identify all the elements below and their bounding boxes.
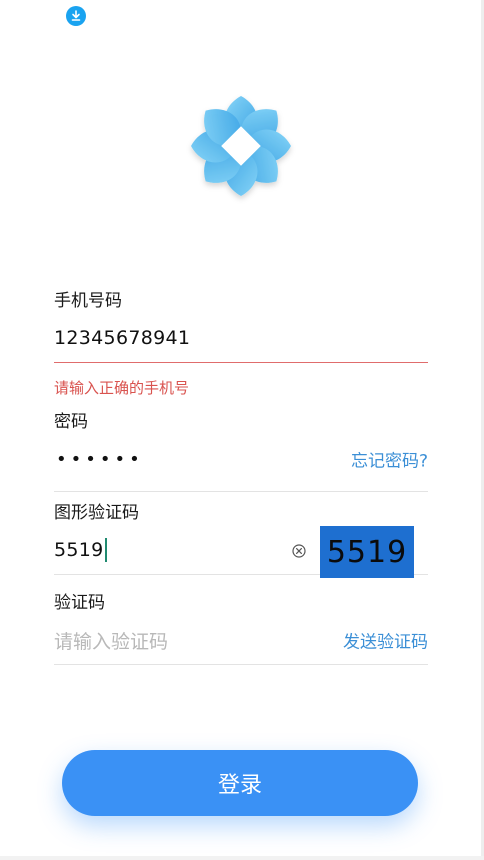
password-field: 密码 •••••• 忘记密码? [54,411,428,492]
captcha-image-text: 5519 [326,534,408,570]
sms-code-input[interactable]: 请输入验证码 发送验证码 [54,620,428,660]
password-underline [54,491,428,492]
password-value: •••••• [56,448,144,470]
captcha-field: 图形验证码 5519 5519 [54,502,428,578]
phone-error-message: 请输入正确的手机号 [54,379,190,397]
clear-circle-icon[interactable] [292,543,306,558]
phone-field: 手机号码 12345678941 [54,290,428,363]
bottom-edge [0,856,484,860]
phone-underline [54,362,428,363]
flower-logo-icon [180,88,302,204]
sms-code-placeholder: 请输入验证码 [54,630,169,653]
login-screen: 手机号码 12345678941 请输入正确的手机号 密码 •••••• 忘记密… [0,0,484,860]
send-code-link[interactable]: 发送验证码 [343,628,428,653]
text-cursor [104,538,107,562]
phone-input[interactable]: 12345678941 [54,318,428,358]
sms-code-underline [54,664,428,665]
forgot-password-link[interactable]: 忘记密码? [351,447,428,472]
phone-value: 12345678941 [54,327,191,349]
sms-code-field: 验证码 请输入验证码 发送验证码 [54,592,428,665]
captcha-input[interactable]: 5519 5519 [54,526,428,578]
login-button[interactable]: 登录 [62,750,418,816]
phone-label: 手机号码 [54,291,122,311]
password-input[interactable]: •••••• 忘记密码? [54,439,428,479]
captcha-value: 5519 [54,539,104,561]
captcha-image[interactable]: 5519 [320,526,414,578]
sms-code-label: 验证码 [54,593,105,613]
download-icon[interactable] [66,6,86,26]
password-label: 密码 [54,412,88,432]
captcha-label: 图形验证码 [54,503,139,523]
